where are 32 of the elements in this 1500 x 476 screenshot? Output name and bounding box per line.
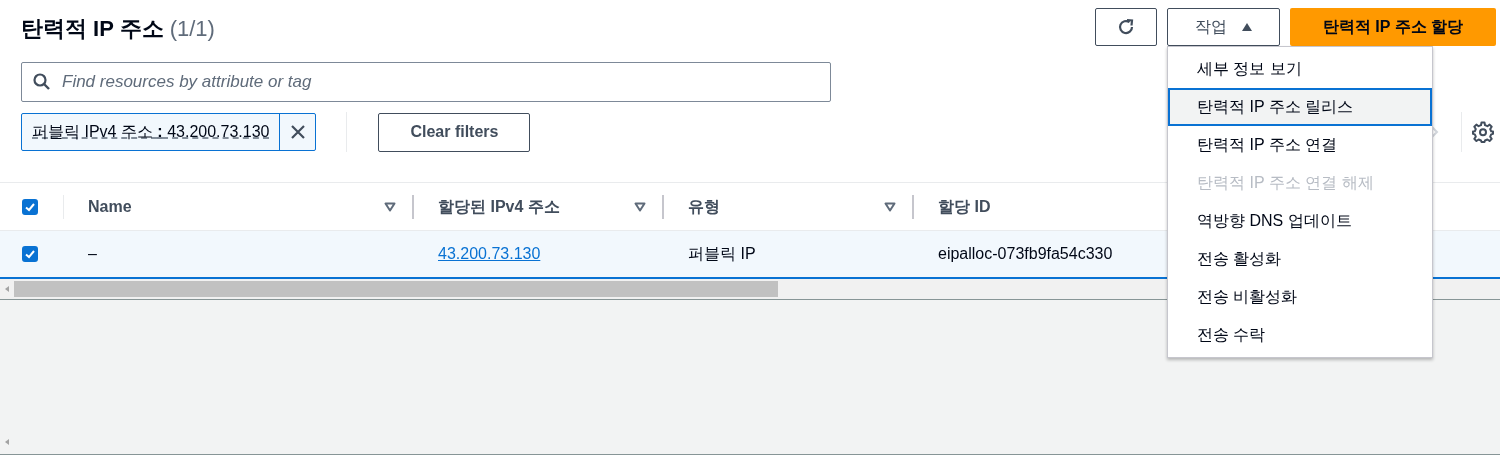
table-cell: 퍼블릭 IP (688, 245, 756, 262)
menu-item[interactable]: 전송 활성화 (1168, 240, 1432, 278)
sort-caret-icon[interactable] (884, 201, 896, 212)
sort-caret-icon[interactable] (634, 201, 646, 212)
checkbox[interactable] (22, 246, 38, 262)
allocate-ip-button[interactable]: 탄력적 IP 주소 할당 (1290, 8, 1496, 46)
filter-token-label: 퍼블릭 IPv4 주소 : 43.200.73.130 (31, 122, 271, 142)
actions-button[interactable]: 작업 (1167, 8, 1280, 46)
column-header[interactable]: 할당된 IPv4 주소 (438, 194, 560, 219)
menu-item[interactable]: 전송 수락 (1168, 316, 1432, 354)
settings-icon[interactable] (1472, 121, 1494, 143)
search-field[interactable]: Find resources by attribute or tag (21, 62, 831, 102)
menu-item[interactable]: 전송 비활성화 (1168, 278, 1432, 316)
checkbox[interactable] (22, 198, 38, 215)
resource-count: (1/1) (169, 15, 215, 43)
caret-icon (1240, 22, 1253, 32)
refresh-icon (1116, 17, 1136, 37)
refresh-button[interactable] (1095, 8, 1157, 46)
clear-filters-button[interactable]: Clear filters (378, 112, 531, 152)
sort-caret-icon[interactable] (384, 201, 396, 212)
column-header[interactable]: 할당 ID (938, 194, 991, 219)
table-cell: eipalloc-073fb9fa54c330 (938, 245, 1113, 262)
close-icon (289, 124, 306, 140)
column-header[interactable]: 유형 (688, 194, 720, 219)
menu-item[interactable]: 탄력적 IP 주소 연결 (1168, 126, 1432, 164)
table-cell: – (88, 245, 97, 262)
page-title: 탄력적 IP 주소 (21, 15, 164, 43)
search-icon (32, 72, 52, 92)
menu-item[interactable]: 세부 정보 보기 (1168, 50, 1432, 88)
column-header[interactable]: Name (88, 194, 132, 219)
menu-item[interactable]: 탄력적 IP 주소 릴리스 (1168, 88, 1432, 126)
ip-address-link[interactable]: 43.200.73.130 (438, 245, 541, 262)
